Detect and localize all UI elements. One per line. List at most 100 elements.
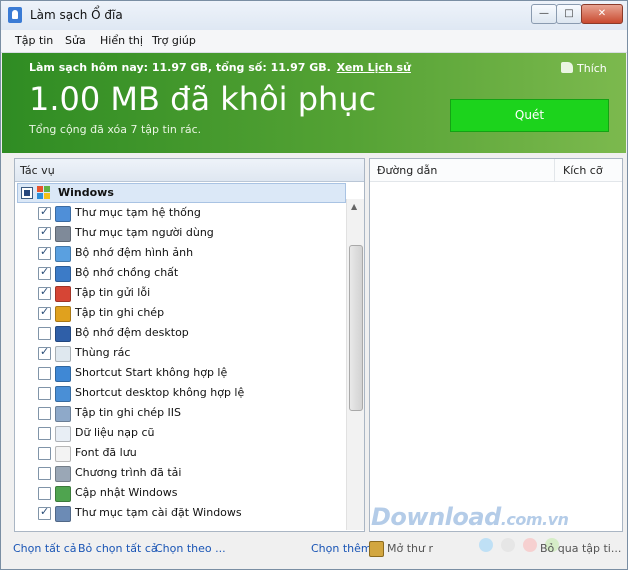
recycle-bin-icon [55,346,71,362]
windows-update-icon [55,486,71,502]
task-checkbox[interactable] [38,487,51,500]
watermark-logo: Download.com.vn [371,503,569,531]
total-deleted: Tổng cộng đã xóa 7 tập tin rác. [29,123,202,136]
task-checkbox[interactable] [38,345,51,360]
menu-file[interactable]: Tập tin [15,34,53,47]
maximize-button[interactable]: □ [556,4,582,24]
view-history-link[interactable]: Xem Lịch sử [337,61,411,74]
desktop-shortcut-icon [55,386,71,402]
setup-temp-icon [55,506,71,522]
iis-log-icon [55,406,71,422]
scroll-thumb[interactable] [349,245,363,411]
broom-icon [369,541,384,557]
scan-button[interactable]: Quét [450,99,609,132]
status-banner: Làm sạch hôm nay: 11.97 GB, tổng số: 11.… [2,53,626,153]
task-item[interactable]: Shortcut desktop không hợp lệ [15,383,345,403]
column-divider[interactable] [554,159,555,181]
group-label: Windows [58,186,114,199]
task-label: Bộ nhớ chồng chất [75,266,179,279]
task-checkbox[interactable] [38,205,51,220]
downloaded-program-icon [55,466,71,482]
like-label: Thích [577,62,607,75]
task-checkbox[interactable] [38,285,51,300]
task-item[interactable]: Tập tin ghi chép IIS [15,403,345,423]
group-windows[interactable]: Windows [17,183,346,203]
task-label: Tập tin gửi lỗi [75,286,151,299]
window-title: Làm sạch Ổ đĩa [30,8,123,22]
group-checkbox[interactable] [21,187,33,199]
menu-bar: Tập tin Sửa Hiển thị Trợ giúp [1,30,627,53]
deselect-all-link[interactable]: Bỏ chọn tất cả [78,542,158,555]
windows-logo-icon [37,186,51,200]
title-bar: Làm sạch Ổ đĩa — □ ✕ [1,1,627,30]
column-path[interactable]: Đường dẫn [377,164,437,177]
task-checkbox[interactable] [38,407,51,420]
task-checkbox[interactable] [38,367,51,380]
task-item[interactable]: Bộ nhớ chồng chất [15,263,345,283]
desktop-cache-icon [55,326,71,342]
task-header-label: Tác vụ [20,164,55,177]
scroll-up-icon[interactable]: ▲ [351,202,357,211]
memory-stack-icon [55,266,71,282]
task-item[interactable]: Chương trình đã tải [15,463,345,483]
task-checkbox[interactable] [38,505,51,520]
task-checkbox[interactable] [38,265,51,280]
user-folder-icon [55,226,71,242]
close-button[interactable]: ✕ [581,4,623,24]
task-label: Thư mục tạm hệ thống [75,206,201,219]
task-item[interactable]: Font đã lưu [15,443,345,463]
task-item[interactable]: Shortcut Start không hợp lệ [15,363,345,383]
open-folder-link[interactable]: Mở thư r [387,542,433,555]
task-label: Font đã lưu [75,446,137,459]
task-panel: Tác vụ Windows Thư mục tạm hệ thống Thư m… [14,158,365,532]
task-item[interactable]: Thư mục tạm người dùng [15,223,345,243]
menu-edit[interactable]: Sửa [65,34,86,47]
menu-view[interactable]: Hiển thị [100,34,143,47]
app-icon [8,7,22,23]
task-checkbox[interactable] [38,245,51,260]
task-label: Dữ liệu nạp cũ [75,426,155,439]
log-file-icon [55,306,71,322]
skip-files-link[interactable]: Bỏ qua tập ti... [540,542,621,555]
task-label: Bộ nhớ đệm hình ảnh [75,246,194,259]
task-item[interactable]: Tập tin ghi chép [15,303,345,323]
task-label: Chương trình đã tải [75,466,182,479]
start-shortcut-icon [55,366,71,382]
task-item[interactable]: Bộ nhớ đệm hình ảnh [15,243,345,263]
details-panel: Đường dẫn Kích cỡ [369,158,623,532]
task-item[interactable]: Thư mục tạm hệ thống [15,203,345,223]
task-item[interactable]: Bộ nhớ đệm desktop [15,323,345,343]
task-label: Bộ nhớ đệm desktop [75,326,189,339]
task-label: Cập nhật Windows [75,486,178,499]
task-checkbox[interactable] [38,467,51,480]
image-cache-icon [55,246,71,262]
select-more-link[interactable]: Chọn thêm [311,542,372,555]
task-checkbox[interactable] [38,427,51,440]
task-scrollbar[interactable]: ▲ [346,199,364,530]
select-by-link[interactable]: Chọn theo ... [155,542,226,555]
minimize-button[interactable]: — [531,4,557,24]
like-button[interactable]: Thích [561,62,607,75]
task-checkbox[interactable] [38,305,51,320]
task-label: Thùng rác [75,346,131,359]
task-label: Shortcut desktop không hợp lệ [75,386,245,399]
column-size[interactable]: Kích cỡ [563,164,603,177]
menu-help[interactable]: Trợ giúp [152,34,196,47]
task-item[interactable]: Cập nhật Windows [15,483,345,503]
task-checkbox[interactable] [38,447,51,460]
task-item[interactable]: Tập tin gửi lỗi [15,283,345,303]
task-item[interactable]: Dữ liệu nạp cũ [15,423,345,443]
details-header: Đường dẫn Kích cỡ [370,159,622,182]
cleaning-summary: Làm sạch hôm nay: 11.97 GB, tổng số: 11.… [29,61,411,74]
task-checkbox[interactable] [38,225,51,240]
error-report-icon [55,286,71,302]
task-label: Shortcut Start không hợp lệ [75,366,228,379]
task-checkbox[interactable] [38,327,51,340]
select-all-link[interactable]: Chọn tất cả [13,542,77,555]
task-item[interactable]: Thư mục tạm cài đặt Windows [15,503,345,523]
clock-icon [55,426,71,442]
task-item[interactable]: Thùng rác [15,343,345,363]
task-label: Tập tin ghi chép IIS [75,406,182,419]
task-checkbox[interactable] [38,387,51,400]
app-window: Làm sạch Ổ đĩa — □ ✕ Tập tin Sửa Hiển th… [0,0,628,570]
